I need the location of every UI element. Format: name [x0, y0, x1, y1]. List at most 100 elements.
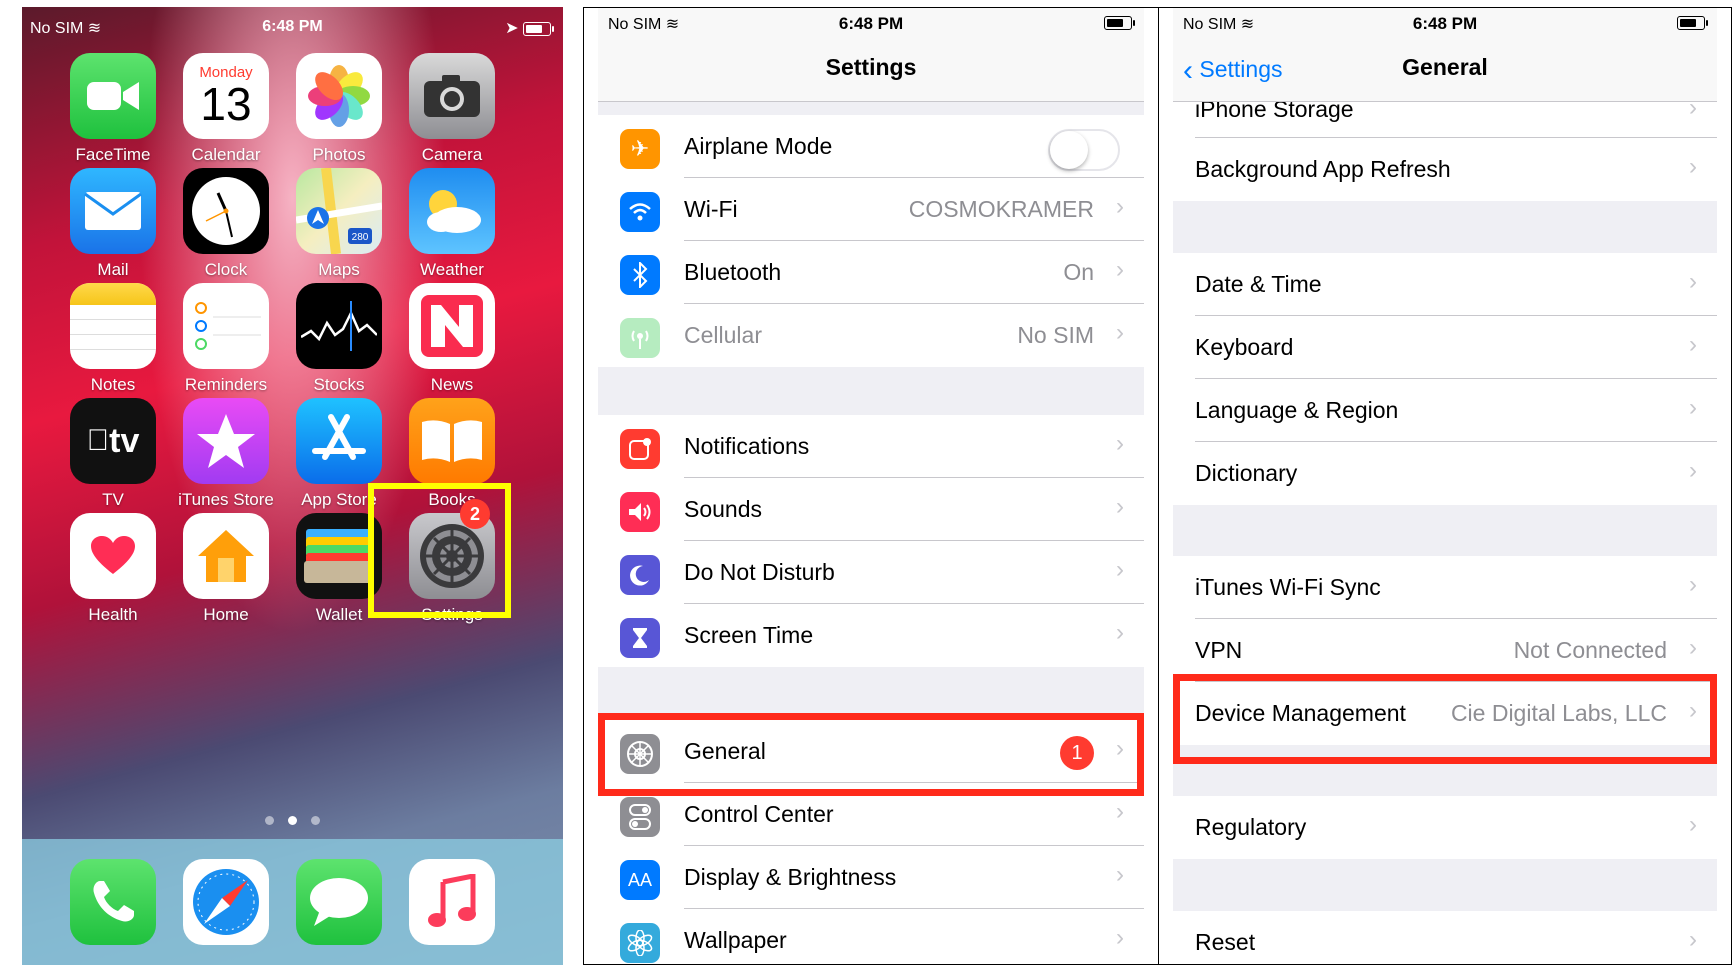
app-photos[interactable]: Photos [284, 53, 394, 165]
dock-music[interactable] [397, 859, 507, 945]
app-label: Clock [204, 260, 248, 279]
home-screen-panel: No SIM ≋ 6:48 PM ➤ FaceTime Monday 13 Ca… [8, 7, 579, 965]
music-icon [409, 859, 495, 945]
general-navbar: No SIM ≋ 6:48 PM ‹ Settings General [1173, 8, 1717, 102]
row-sounds[interactable]: Sounds › [598, 478, 1144, 541]
row-keyboard[interactable]: Keyboard › [1173, 316, 1717, 379]
status-bar: No SIM ≋ 6:48 PM ➤ [22, 11, 563, 41]
house-icon [183, 513, 269, 599]
row-vpn[interactable]: VPN Not Connected › [1173, 619, 1717, 682]
row-bluetooth[interactable]: Bluetooth On › [598, 241, 1144, 304]
battery-icon: ➤ [505, 18, 554, 38]
chevron-right-icon: › [1116, 193, 1124, 220]
row-reset[interactable]: Reset › [1173, 911, 1717, 964]
chevron-right-icon: › [1116, 493, 1124, 520]
row-label: Cellular [684, 322, 762, 348]
row-language-region[interactable]: Language & Region › [1173, 379, 1717, 442]
chevron-right-icon: › [1116, 430, 1124, 457]
app-label: Health [88, 605, 138, 624]
row-wifi[interactable]: Wi-Fi COSMOKRAMER › [598, 178, 1144, 241]
settings-panel: No SIM ≋ 6:48 PM Settings ✈ Airplane Mod… [583, 7, 1159, 965]
device-management-highlight-box [1173, 674, 1717, 764]
app-reminders[interactable]: Reminders [171, 283, 281, 395]
row-wallpaper[interactable]: Wallpaper › [598, 909, 1144, 964]
clock-icon [183, 168, 269, 254]
wifi-network-value: COSMOKRAMER [908, 196, 1094, 222]
page-dot [265, 816, 274, 825]
chevron-right-icon: › [1689, 634, 1697, 661]
chevron-right-icon: › [1689, 331, 1697, 358]
row-airplane-mode[interactable]: ✈ Airplane Mode [598, 115, 1144, 178]
bluetooth-value: On [1063, 259, 1094, 285]
cellular-value: No SIM [1017, 322, 1094, 348]
weather-icon [409, 168, 495, 254]
chevron-right-icon: › [1689, 153, 1697, 180]
app-notes[interactable]: Notes [58, 283, 168, 395]
row-display-brightness[interactable]: AA Display & Brightness › [598, 846, 1144, 909]
row-label: Keyboard [1195, 334, 1294, 360]
switches-icon [620, 797, 660, 837]
heart-icon [70, 513, 156, 599]
app-tv[interactable]: tv TV [58, 398, 168, 510]
chevron-right-icon: › [1689, 571, 1697, 598]
dock-phone[interactable] [58, 859, 168, 945]
row-regulatory[interactable]: Regulatory › [1173, 796, 1717, 859]
app-store-icon [296, 398, 382, 484]
app-calendar[interactable]: Monday 13 Calendar [171, 53, 281, 165]
row-label: Wi-Fi [684, 196, 738, 222]
row-screen-time[interactable]: Screen Time › [598, 604, 1144, 667]
app-clock[interactable]: Clock [171, 168, 281, 280]
dock [22, 839, 563, 965]
page-title: Settings [825, 54, 917, 80]
wifi-icon [620, 192, 660, 232]
row-label: Sounds [684, 496, 763, 522]
chevron-right-icon: › [1116, 924, 1124, 951]
row-date-time[interactable]: Date & Time › [1173, 253, 1717, 316]
row-notifications[interactable]: Notifications › [598, 415, 1144, 478]
chevron-right-icon: › [1689, 457, 1697, 484]
row-label: Screen Time [684, 622, 814, 648]
app-label: Notes [90, 375, 136, 394]
chevron-right-icon: › [1116, 556, 1124, 583]
app-mail[interactable]: Mail [58, 168, 168, 280]
chevron-right-icon: › [1689, 268, 1697, 295]
app-news[interactable]: News [397, 283, 507, 395]
app-maps[interactable]: 280 Maps [284, 168, 394, 280]
airplane-mode-toggle[interactable] [1048, 129, 1120, 171]
notes-icon [70, 283, 156, 369]
row-label: Display & Brightness [684, 864, 897, 890]
row-dictionary[interactable]: Dictionary › [1173, 442, 1717, 505]
app-stocks[interactable]: Stocks [284, 283, 394, 395]
app-home[interactable]: Home [171, 513, 281, 625]
hourglass-icon [620, 618, 660, 658]
app-weather[interactable]: Weather [397, 168, 507, 280]
app-facetime[interactable]: FaceTime [58, 53, 168, 165]
app-camera[interactable]: Camera [397, 53, 507, 165]
flower-icon [620, 923, 660, 963]
stocks-icon [296, 283, 382, 369]
page-indicator[interactable] [22, 812, 563, 830]
row-cellular[interactable]: Cellular No SIM › [598, 304, 1144, 367]
row-background-app-refresh[interactable]: Background App Refresh › [1173, 138, 1717, 201]
page-dot-active [288, 816, 297, 825]
phone-icon [70, 859, 156, 945]
general-screen: iPhone Storage › Background App Refresh … [1173, 8, 1717, 964]
mail-icon [70, 168, 156, 254]
chevron-right-icon: › [1116, 861, 1124, 888]
chevron-right-icon: › [1689, 926, 1697, 953]
row-itunes-wifi-sync[interactable]: iTunes Wi-Fi Sync › [1173, 556, 1717, 619]
chevron-right-icon: › [1116, 256, 1124, 283]
app-label: Camera [421, 145, 483, 164]
dock-messages[interactable] [284, 859, 394, 945]
row-label: Notifications [684, 433, 810, 459]
home-screen: No SIM ≋ 6:48 PM ➤ FaceTime Monday 13 Ca… [22, 7, 563, 965]
app-label: Photos [312, 145, 366, 164]
app-label: Calendar [191, 145, 261, 164]
status-time: 6:48 PM [838, 14, 904, 33]
dock-safari[interactable] [171, 859, 281, 945]
app-label: FaceTime [75, 145, 151, 164]
app-itunes-store[interactable]: iTunes Store [171, 398, 281, 510]
row-do-not-disturb[interactable]: Do Not Disturb › [598, 541, 1144, 604]
app-health[interactable]: Health [58, 513, 168, 625]
moon-icon [620, 555, 660, 595]
